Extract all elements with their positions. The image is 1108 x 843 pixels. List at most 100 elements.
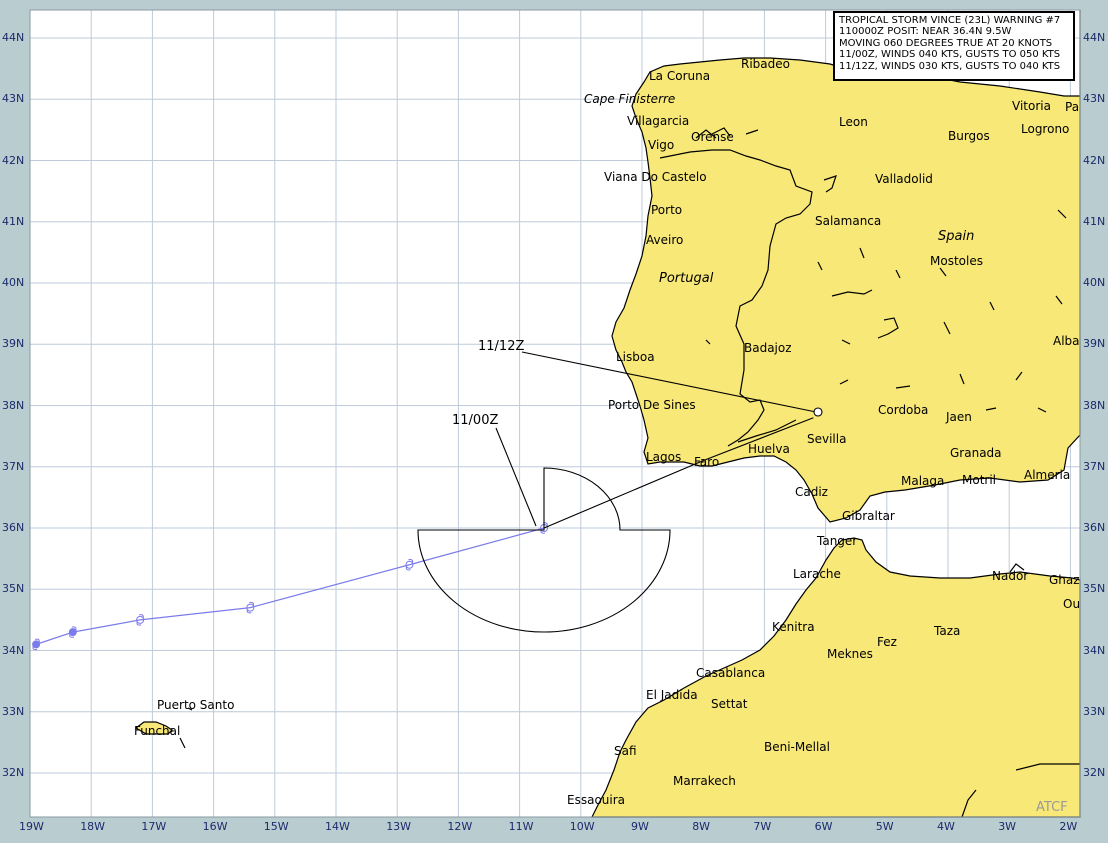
city-cordoba: Cordoba: [878, 403, 928, 417]
city-granada: Granada: [950, 446, 1002, 460]
forecast-label-00z: 11/00Z: [452, 413, 498, 428]
country-label-portugal: Portugal: [659, 271, 714, 286]
bulletin-title: TROPICAL STORM VINCE (23L) WARNING #7: [839, 15, 1061, 26]
country-label-spain: Spain: [938, 229, 974, 244]
latitude-label: 34N: [2, 643, 25, 657]
city-alba: Alba: [1053, 334, 1080, 348]
latitude-label: 33N: [2, 704, 25, 718]
longitude-label: 17W: [141, 820, 167, 833]
longitude-label: 10W: [569, 820, 595, 833]
city-essaouira: Essaouira: [567, 793, 625, 807]
city-cadiz: Cadiz: [795, 485, 828, 499]
longitude-label: 12W: [447, 820, 473, 833]
city-marrakech: Marrakech: [673, 774, 736, 788]
latitude-label: 40N: [1083, 276, 1106, 289]
city-vigo: Vigo: [648, 138, 674, 152]
city-burgos: Burgos: [948, 129, 990, 143]
city-villagarcia: Villagarcia: [627, 114, 689, 128]
city-leon: Leon: [839, 115, 868, 129]
longitude-label: 6W: [814, 820, 833, 833]
city-salamanca: Salamanca: [815, 214, 881, 228]
longitude-label: 7W: [753, 820, 772, 833]
latitude-label: 37N: [2, 459, 25, 473]
city-lagos: Lagos: [646, 450, 681, 464]
city-mostoles: Mostoles: [930, 254, 983, 268]
city-settat: Settat: [711, 697, 748, 711]
longitude-label: 19W: [19, 820, 44, 833]
city-tanger: Tanger: [816, 534, 857, 548]
city-huelva: Huelva: [748, 442, 790, 456]
longitude-label: 11W: [508, 820, 534, 833]
city-jaen: Jaen: [945, 410, 972, 424]
cape-finisterre-label: Cape Finisterre: [584, 92, 675, 106]
city-motril: Motril: [962, 473, 996, 487]
longitude-label: 13W: [386, 820, 412, 833]
latitude-label: 32N: [2, 766, 25, 779]
city-nador: Nador: [992, 569, 1028, 583]
latitude-label: 38N: [1083, 398, 1106, 412]
city-aveiro: Aveiro: [646, 233, 683, 247]
atcf-watermark: ATCF: [1036, 800, 1068, 815]
city-malaga: Malaga: [901, 474, 944, 488]
city-puerto-santo: Puerto Santo: [157, 698, 234, 712]
city-la-coruna: La Coruna: [649, 69, 710, 83]
city-meknes: Meknes: [827, 647, 873, 661]
city-taza: Taza: [933, 624, 960, 638]
latitude-label: 36N: [1083, 521, 1106, 534]
map-frame: 11/00Z 11/12Z Portugal Spain Cape Finist…: [0, 0, 1108, 843]
city-larache: Larache: [793, 567, 841, 581]
city-sevilla: Sevilla: [807, 432, 846, 446]
latitude-label: 44N: [1083, 31, 1106, 44]
city-badajoz: Badajoz: [744, 341, 792, 355]
city-ou: Ou: [1063, 597, 1080, 611]
latitude-label: 36N: [2, 521, 25, 534]
latitude-label: 37N: [1083, 459, 1106, 473]
forecast-label-12z: 11/12Z: [478, 339, 524, 354]
latitude-label: 42N: [1083, 153, 1106, 167]
latitude-label: 39N: [2, 337, 25, 351]
city-vitoria: Vitoria: [1012, 99, 1051, 113]
latitude-label: 38N: [2, 398, 25, 412]
latitude-label: 32N: [1083, 766, 1106, 779]
city-lisboa: Lisboa: [616, 350, 655, 364]
city-ribadeo: Ribadeo: [741, 57, 790, 71]
longitude-label: 4W: [937, 820, 955, 833]
longitude-label: 14W: [325, 820, 350, 833]
city-beni-mellal: Beni-Mellal: [764, 740, 830, 754]
latitude-label: 43N: [1083, 92, 1106, 106]
latitude-label: 40N: [2, 276, 25, 289]
longitude-label: 15W: [263, 820, 289, 833]
city-faro: Faro: [694, 455, 719, 469]
longitude-label: 8W: [692, 820, 711, 833]
warning-bulletin: TROPICAL STORM VINCE (23L) WARNING #7 11…: [833, 11, 1075, 81]
bulletin-line-12z-winds: 11/12Z, WINDS 030 KTS, GUSTS TO 040 KTS: [839, 60, 1061, 72]
city-ghaz: Ghaz: [1049, 573, 1080, 587]
latitude-label: 33N: [1083, 704, 1106, 718]
longitude-label: 2W: [1059, 820, 1078, 833]
latitude-label: 41N: [1083, 214, 1106, 228]
forecast-position-12z[interactable]: [813, 407, 823, 417]
latitude-label: 35N: [2, 582, 25, 596]
city-porto: Porto: [651, 203, 682, 217]
latitude-label: 35N: [1083, 582, 1106, 596]
longitude-label: 18W: [80, 820, 106, 833]
city-orense: Orense: [691, 130, 734, 144]
city-funchal: Funchal: [134, 724, 180, 738]
city-fez: Fez: [877, 635, 897, 649]
latitude-label: 34N: [1083, 643, 1106, 657]
bulletin-line-00z-winds: 11/00Z, WINDS 040 KTS, GUSTS TO 050 KTS: [839, 49, 1061, 61]
city-kenitra: Kenitra: [772, 620, 815, 634]
bulletin-line-motion: MOVING 060 DEGREES TRUE AT 20 KNOTS: [839, 37, 1053, 49]
latitude-label: 44N: [2, 31, 25, 44]
longitude-label: 9W: [631, 820, 649, 833]
longitude-label: 3W: [998, 820, 1017, 833]
city-el-jadida: El Jadida: [646, 688, 698, 702]
city-casablanca: Casablanca: [696, 666, 765, 680]
latitude-label: 43N: [2, 92, 25, 106]
latitude-label: 41N: [2, 214, 25, 228]
map-canvas[interactable]: 11/00Z 11/12Z Portugal Spain Cape Finist…: [0, 0, 1108, 843]
city-pa: Pa: [1065, 100, 1079, 114]
latitude-label: 42N: [2, 153, 25, 167]
city-porto-de-sines: Porto De Sines: [608, 398, 696, 412]
longitude-label: 5W: [875, 820, 894, 833]
